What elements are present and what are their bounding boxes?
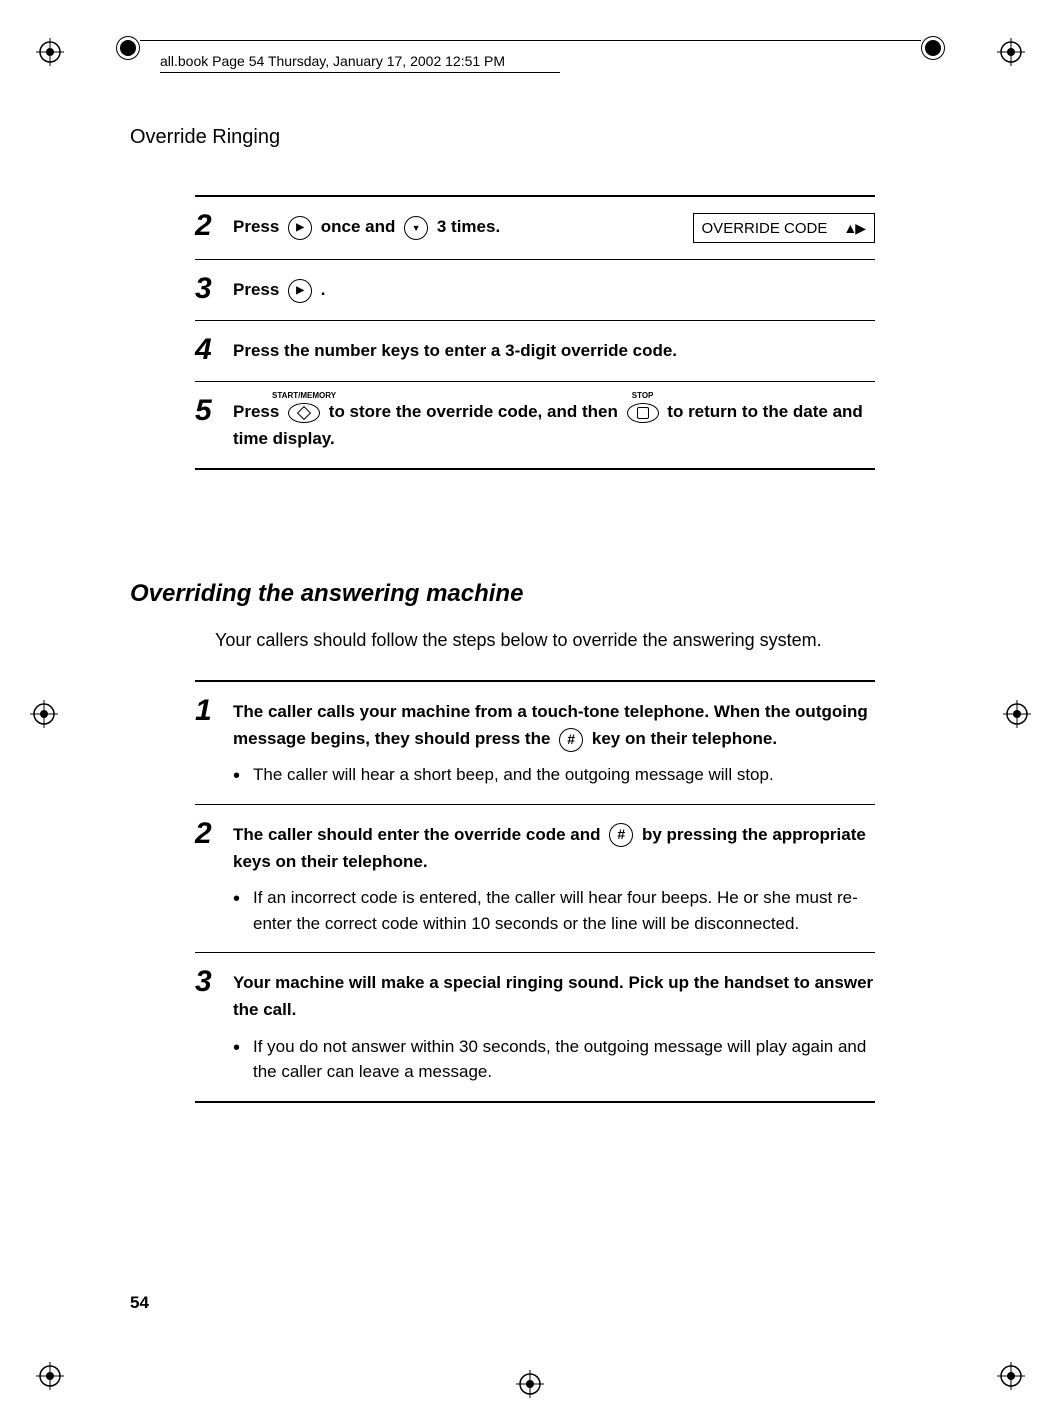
step-number: 5 <box>195 396 233 426</box>
registration-mark-icon <box>1003 700 1031 728</box>
step-number: 4 <box>195 335 233 365</box>
step-text: Your machine will make a special ringing… <box>233 969 875 1023</box>
start-memory-button-icon: START/MEMORY <box>288 403 320 423</box>
bullet-icon: • <box>233 1038 253 1058</box>
step-b1: 1 The caller calls your machine from a t… <box>195 680 875 804</box>
step-text: key on their telephone. <box>592 729 777 748</box>
intro-text: Your callers should follow the steps bel… <box>215 630 822 651</box>
page-number: 54 <box>130 1293 149 1313</box>
step-text: Press <box>233 402 284 421</box>
hash-key-icon: # <box>609 823 633 847</box>
registration-mark-icon <box>997 1362 1025 1390</box>
bullet-item: • If an incorrect code is entered, the c… <box>233 885 875 936</box>
registration-mark-icon <box>30 700 58 728</box>
display-text: OVERRIDE CODE <box>702 220 828 237</box>
step-2: 2 Press once and 3 times. OVERRIDE CODE … <box>195 195 875 259</box>
step-number: 2 <box>195 819 233 849</box>
stop-button-icon: STOP <box>627 403 659 423</box>
step-5: 5 Press START/MEMORY to store the overri… <box>195 381 875 470</box>
step-3: 3 Press . <box>195 259 875 320</box>
bullet-text: If an incorrect code is entered, the cal… <box>253 885 875 936</box>
step-b3: 3 Your machine will make a special ringi… <box>195 952 875 1102</box>
subheading: Overriding the answering machine <box>130 580 523 608</box>
step-text: Press <box>233 217 284 236</box>
lcd-display: OVERRIDE CODE ▲▶ <box>693 213 875 243</box>
steps-block-a: 2 Press once and 3 times. OVERRIDE CODE … <box>195 195 875 470</box>
button-label: START/MEMORY <box>272 390 336 403</box>
step-text: to store the override code, and then <box>329 402 623 421</box>
step-number: 2 <box>195 211 233 241</box>
step-text: once and <box>321 217 400 236</box>
step-text: The caller should enter the override cod… <box>233 825 605 844</box>
step-number: 3 <box>195 967 233 997</box>
header-rule <box>140 40 921 41</box>
registration-mark-icon <box>36 38 64 66</box>
step-text: Press the number keys to enter a 3-digit… <box>233 337 875 364</box>
accent-circle-icon <box>925 40 941 56</box>
bullet-icon: • <box>233 889 253 909</box>
bullet-text: If you do not answer within 30 seconds, … <box>253 1034 875 1085</box>
step-text: . <box>321 280 326 299</box>
step-number: 3 <box>195 274 233 304</box>
hash-key-icon: # <box>559 728 583 752</box>
registration-mark-icon <box>997 38 1025 66</box>
right-arrow-button-icon <box>288 279 312 303</box>
bullet-item: • If you do not answer within 30 seconds… <box>233 1034 875 1085</box>
right-arrow-button-icon <box>288 216 312 240</box>
accent-circle-icon <box>120 40 136 56</box>
section-title: Override Ringing <box>130 126 280 149</box>
steps-block-b: 1 The caller calls your machine from a t… <box>195 680 875 1103</box>
step-text: Press <box>233 280 284 299</box>
step-b2: 2 The caller should enter the override c… <box>195 804 875 952</box>
display-arrows-icon: ▲▶ <box>843 220 864 237</box>
step-4: 4 Press the number keys to enter a 3-dig… <box>195 320 875 381</box>
button-label: STOP <box>632 390 654 403</box>
running-header: all.book Page 54 Thursday, January 17, 2… <box>160 53 505 69</box>
header-underline <box>160 72 560 73</box>
registration-mark-icon <box>36 1362 64 1390</box>
step-text: The caller calls your machine from a tou… <box>233 702 795 721</box>
step-number: 1 <box>195 696 233 726</box>
step-text: 3 times. <box>437 217 500 236</box>
registration-mark-icon <box>516 1370 544 1398</box>
bullet-item: • The caller will hear a short beep, and… <box>233 762 875 788</box>
bullet-text: The caller will hear a short beep, and t… <box>253 762 774 788</box>
bullet-icon: • <box>233 766 253 786</box>
down-arrow-button-icon <box>404 216 428 240</box>
